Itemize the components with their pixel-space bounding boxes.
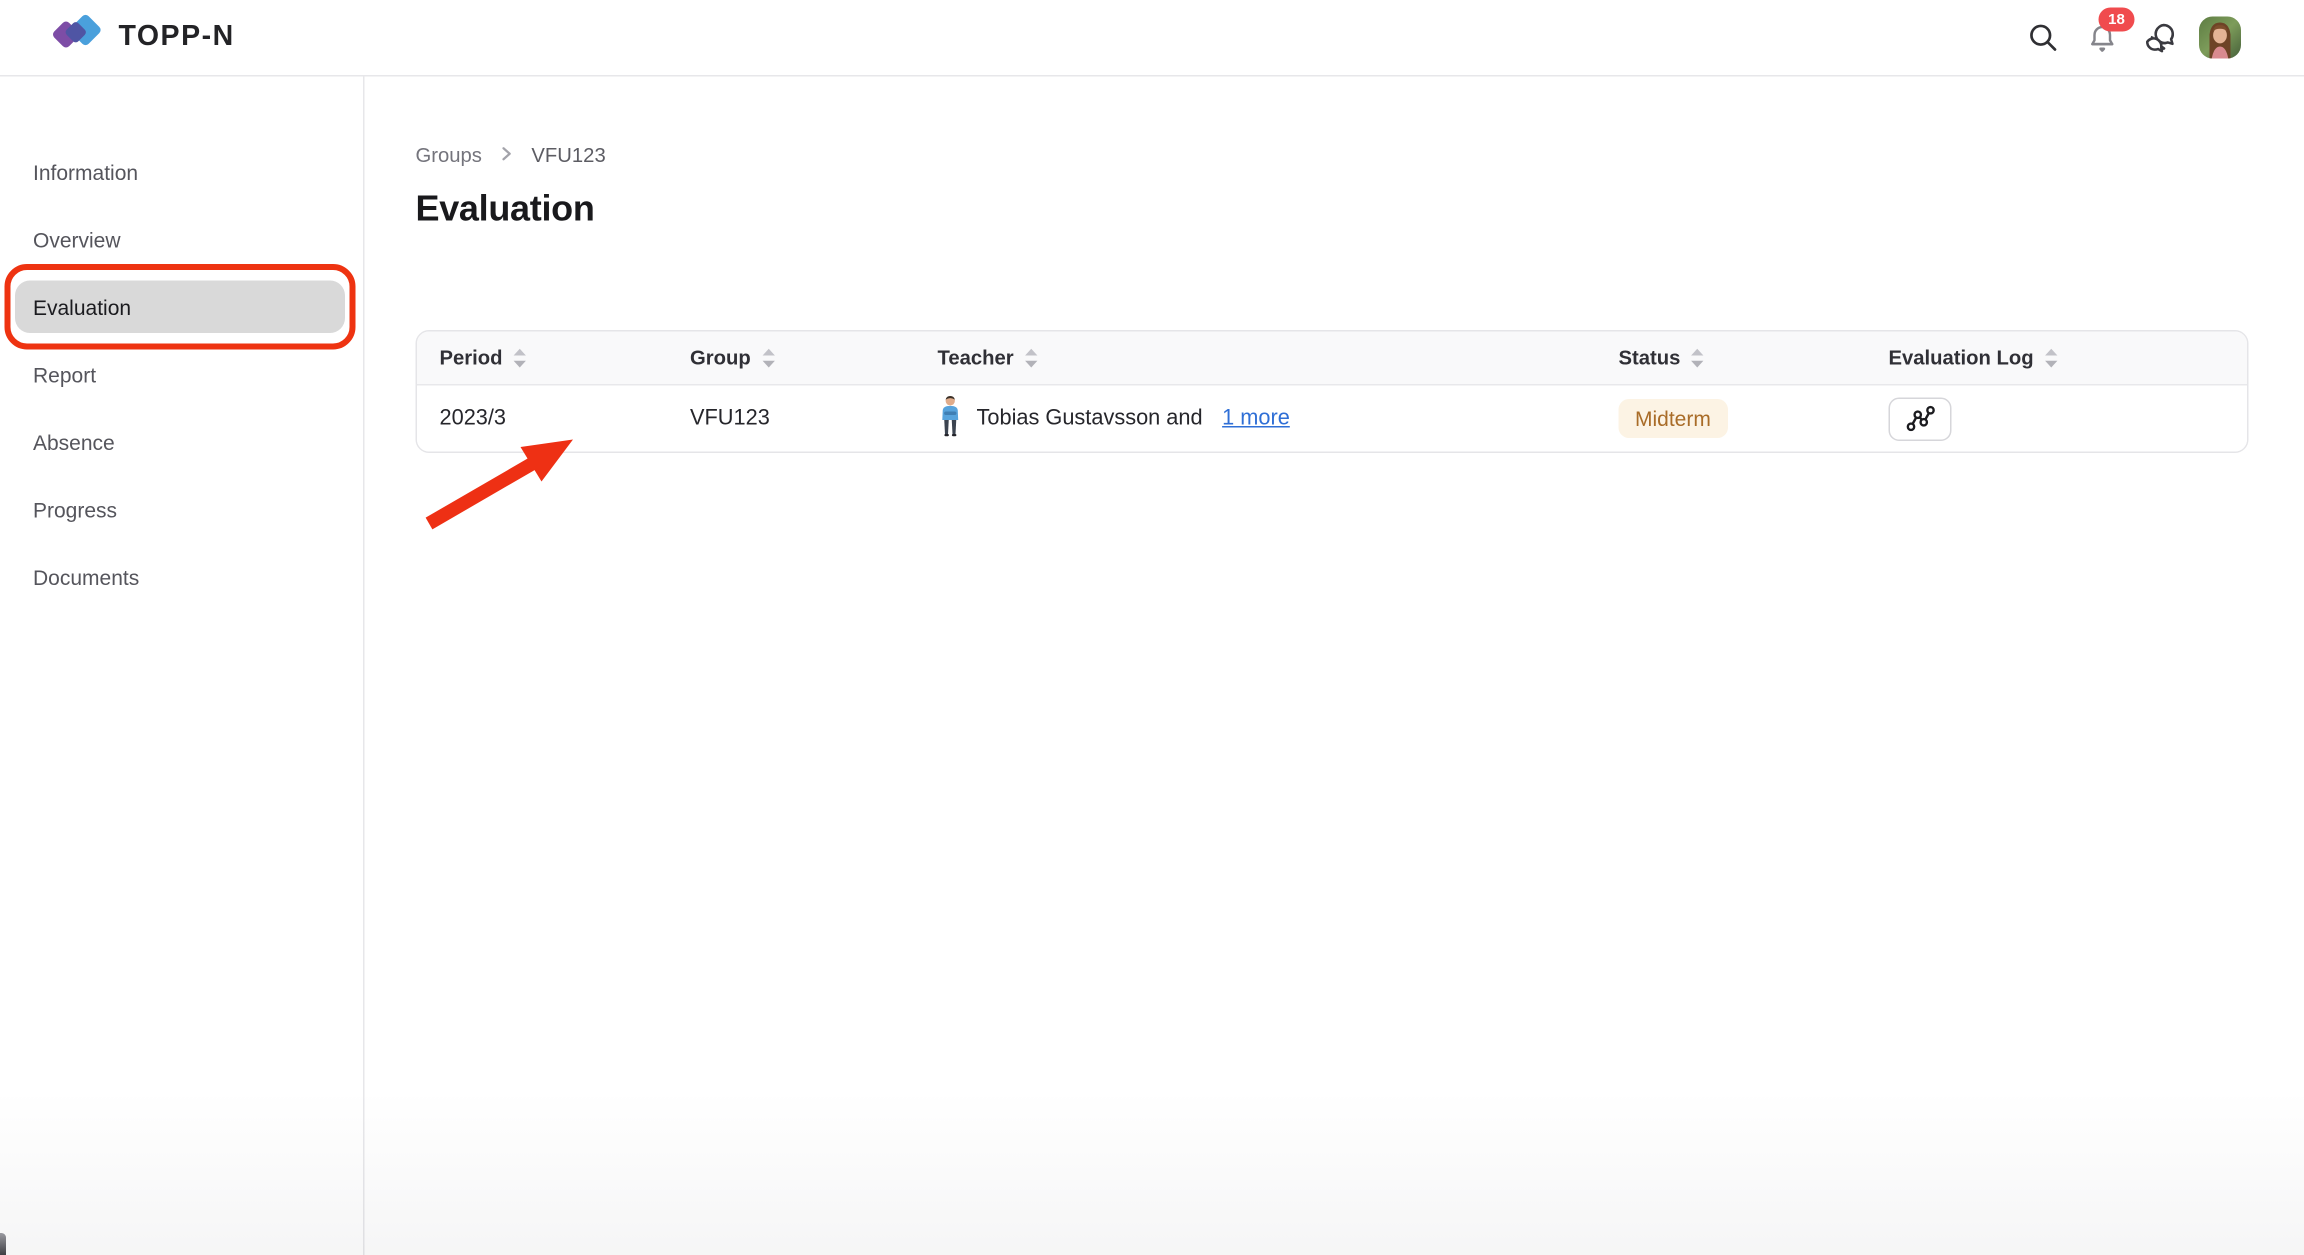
brand-logo[interactable]: TOPP-N bbox=[50, 10, 235, 66]
table-header-row: Period Group Teacher bbox=[417, 332, 2247, 386]
page-title: Evaluation bbox=[416, 189, 2249, 231]
cell-teacher: Tobias Gustavsson and 1 more bbox=[915, 395, 1596, 443]
app-viewport: TOPP-N 18 bbox=[0, 0, 2304, 1255]
sort-icon bbox=[1024, 347, 1038, 368]
brand-name: TOPP-N bbox=[119, 21, 235, 54]
teacher-avatar bbox=[938, 395, 964, 443]
sort-icon bbox=[1691, 347, 1705, 368]
notifications-button[interactable]: 18 bbox=[2082, 18, 2121, 57]
status-badge: Midterm bbox=[1619, 399, 1728, 438]
sort-icon bbox=[2044, 347, 2058, 368]
search-icon[interactable] bbox=[2025, 20, 2061, 56]
evaluation-log-button[interactable] bbox=[1889, 397, 1952, 441]
chevron-right-icon bbox=[498, 144, 515, 167]
sidebar: Information Overview Evaluation Report A… bbox=[0, 77, 365, 1255]
user-avatar[interactable] bbox=[2199, 17, 2241, 59]
teacher-names: Tobias Gustavsson and bbox=[977, 407, 1203, 431]
sidebar-item-evaluation-wrap: Evaluation bbox=[0, 273, 363, 341]
column-header-evaluation-log[interactable]: Evaluation Log bbox=[1866, 347, 2247, 370]
column-header-group[interactable]: Group bbox=[668, 347, 916, 370]
column-header-status[interactable]: Status bbox=[1596, 347, 1866, 370]
sidebar-item-evaluation[interactable]: Evaluation bbox=[15, 281, 345, 334]
teacher-more-link[interactable]: 1 more bbox=[1222, 407, 1290, 431]
sidebar-item-absence[interactable]: Absence bbox=[0, 408, 363, 476]
breadcrumb-groups[interactable]: Groups bbox=[416, 144, 482, 167]
cell-group: VFU123 bbox=[668, 407, 916, 431]
topbar-actions: 18 bbox=[2025, 17, 2241, 59]
bottom-left-widget-edge bbox=[0, 1233, 6, 1255]
sidebar-item-information[interactable]: Information bbox=[0, 138, 363, 206]
column-header-period[interactable]: Period bbox=[417, 347, 668, 370]
main-content: Groups VFU123 Evaluation Period bbox=[365, 77, 2304, 1255]
chat-icon[interactable] bbox=[2142, 20, 2178, 56]
cell-status: Midterm bbox=[1596, 399, 1866, 438]
table-row: 2023/3 VFU123 bbox=[417, 386, 2247, 452]
sidebar-item-report[interactable]: Report bbox=[0, 341, 363, 409]
notification-count-badge: 18 bbox=[2099, 8, 2135, 32]
sidebar-item-overview[interactable]: Overview bbox=[0, 206, 363, 274]
cell-period: 2023/3 bbox=[417, 407, 668, 431]
activity-graph-icon bbox=[1904, 405, 1936, 432]
evaluation-table: Period Group Teacher bbox=[416, 330, 2249, 453]
sort-icon bbox=[761, 347, 775, 368]
sidebar-item-documents[interactable]: Documents bbox=[0, 543, 363, 611]
top-bar: TOPP-N 18 bbox=[0, 0, 2304, 77]
cell-evaluation-log bbox=[1866, 397, 2247, 441]
breadcrumb: Groups VFU123 bbox=[416, 144, 2249, 167]
breadcrumb-current: VFU123 bbox=[531, 144, 605, 167]
sort-icon bbox=[513, 347, 527, 368]
column-header-teacher[interactable]: Teacher bbox=[915, 347, 1596, 370]
brand-diamonds-icon bbox=[50, 10, 107, 66]
sidebar-item-progress[interactable]: Progress bbox=[0, 476, 363, 544]
